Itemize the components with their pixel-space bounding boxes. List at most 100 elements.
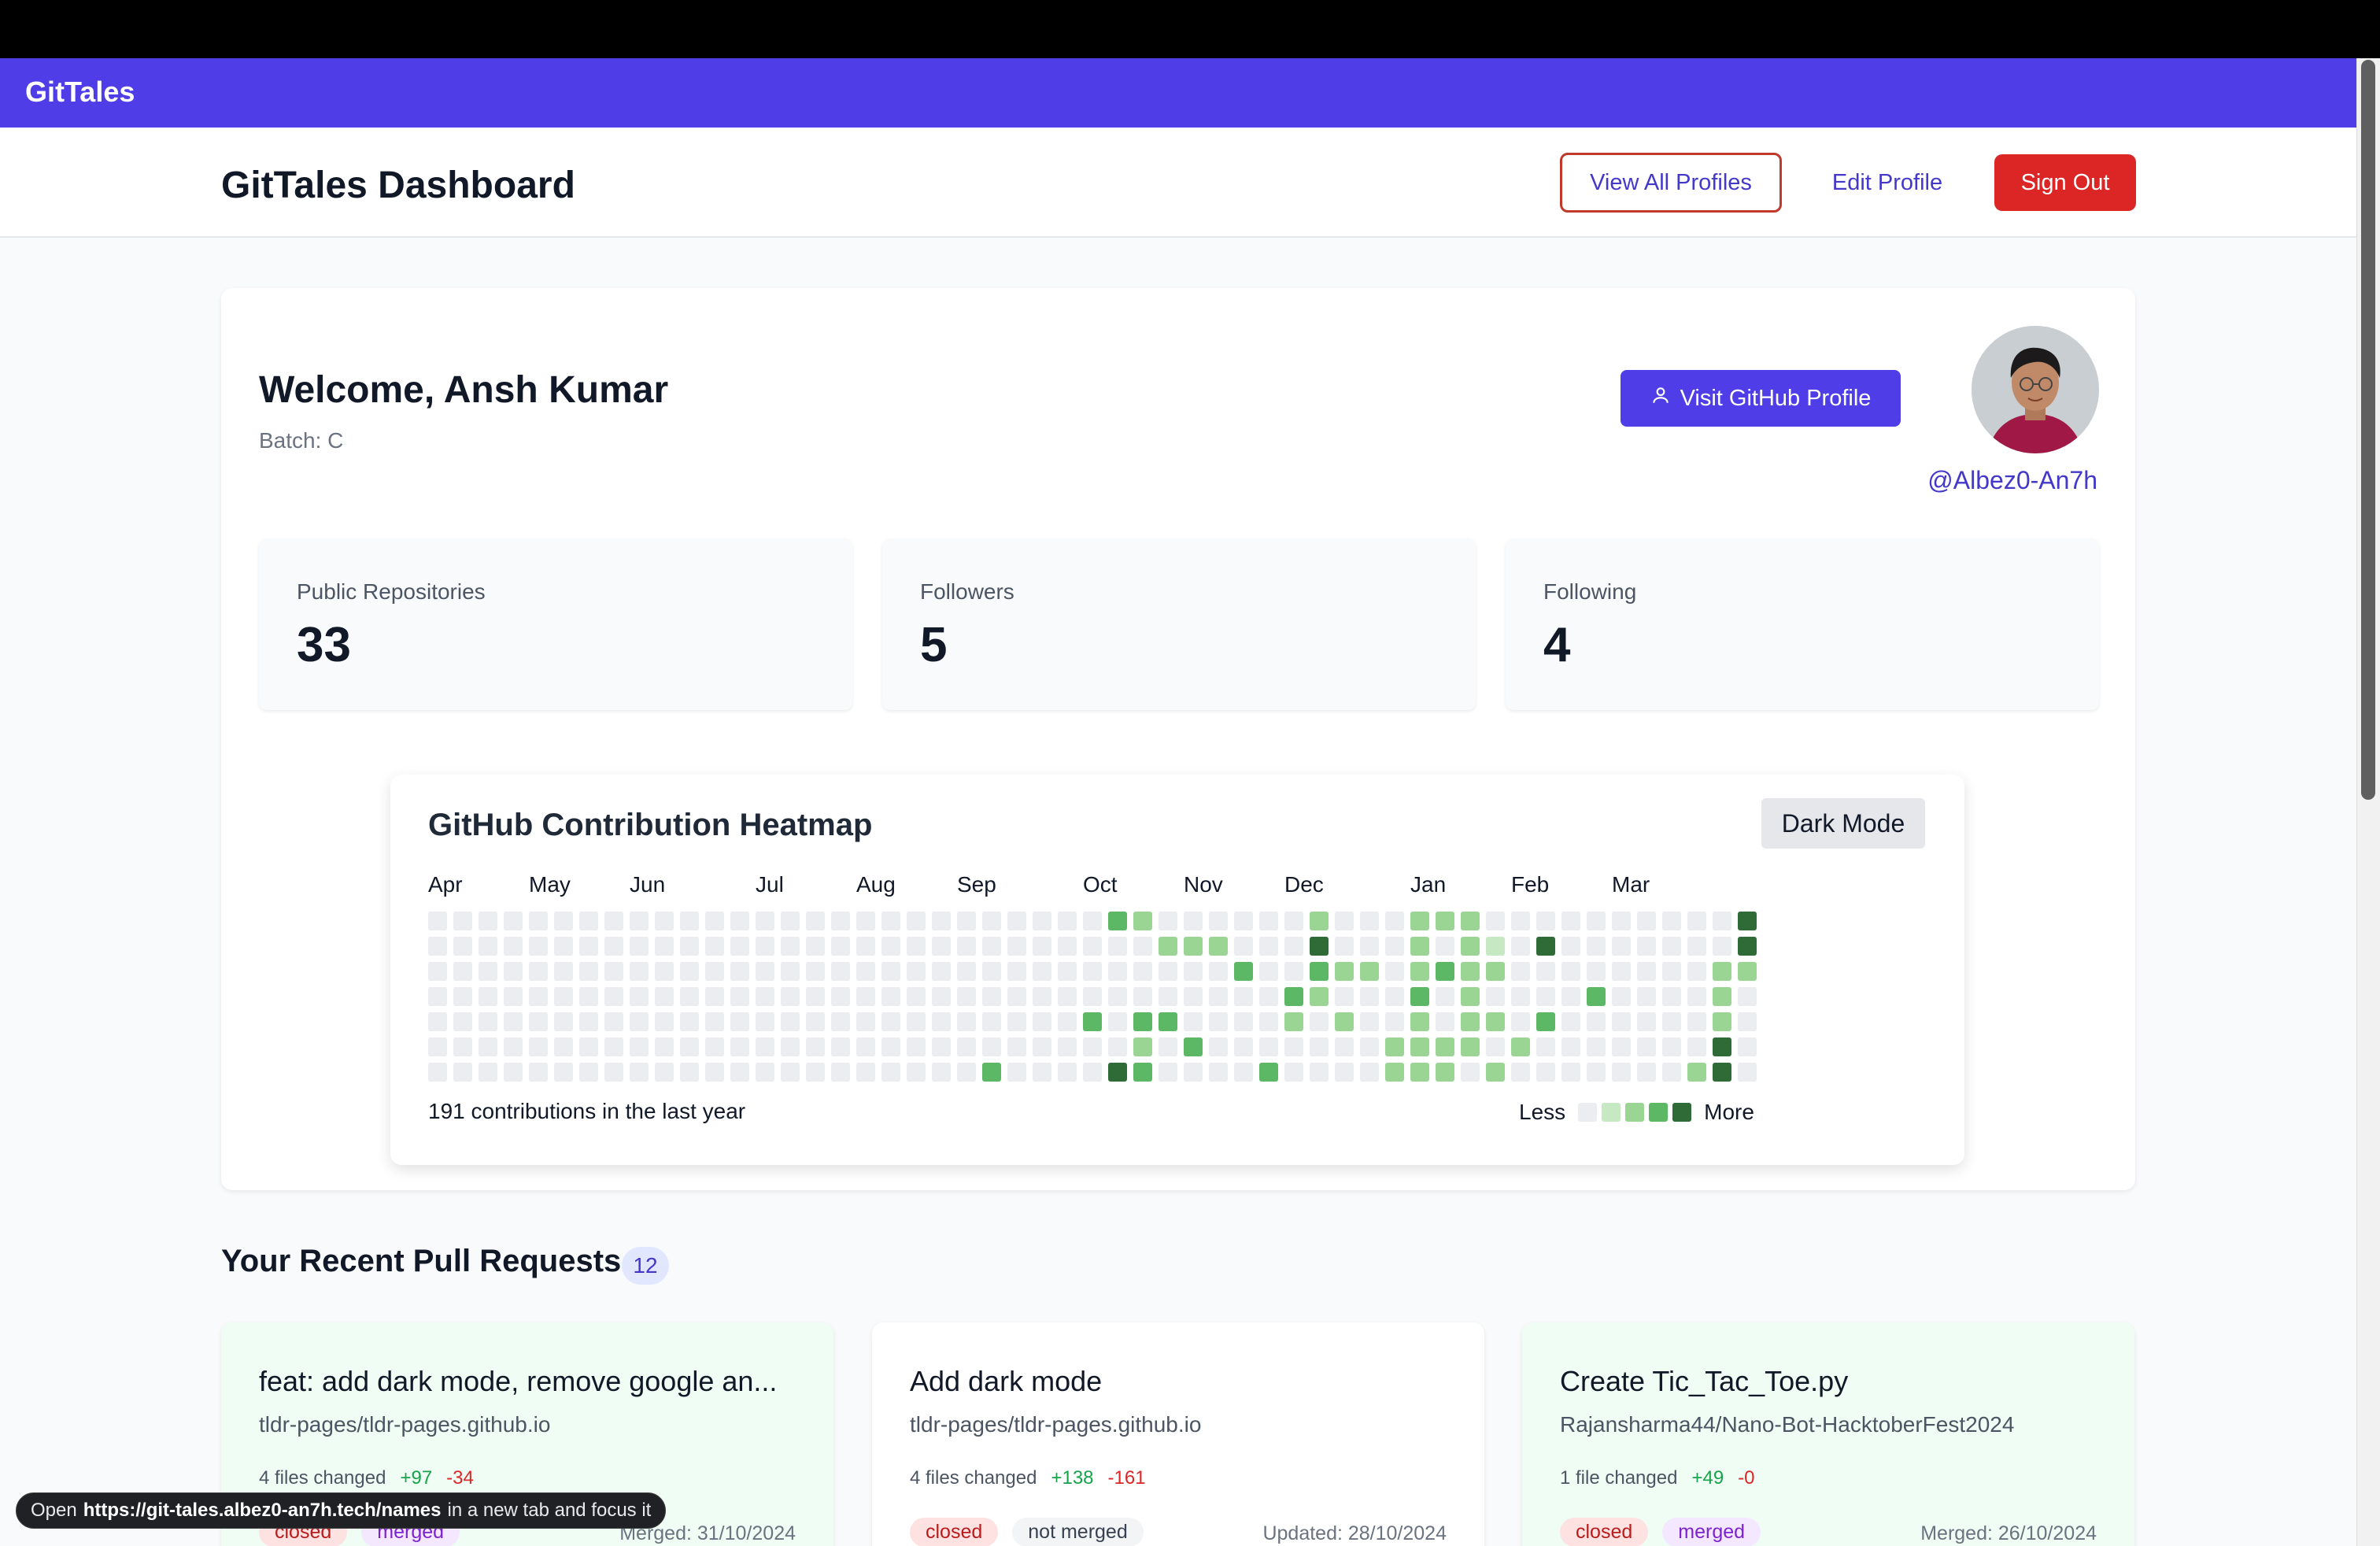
heatmap-cell [932, 912, 951, 930]
stat-public-repositories: Public Repositories 33 [259, 538, 852, 710]
heatmap-cell [1587, 1063, 1606, 1082]
heatmap-cell [479, 1012, 497, 1031]
heatmap-cell [630, 1012, 649, 1031]
pull-request-card[interactable]: Add dark mode tldr-pages/tldr-pages.gith… [872, 1322, 1484, 1546]
heatmap-cell [730, 987, 749, 1006]
pr-title[interactable]: Add dark mode [910, 1365, 1102, 1398]
heatmap-cell [907, 1012, 926, 1031]
heatmap-cell [554, 987, 573, 1006]
heatmap-cell [1461, 962, 1480, 981]
heatmap-cell [1083, 912, 1102, 930]
heatmap-cell [1637, 1063, 1656, 1082]
heatmap-cell [1561, 987, 1580, 1006]
pr-date: Merged: 26/10/2024 [1920, 1522, 2097, 1544]
heatmap-cell [1209, 1037, 1228, 1056]
heatmap-cell [1360, 987, 1379, 1006]
heatmap-cell [806, 912, 825, 930]
heatmap-cell [1662, 962, 1681, 981]
heatmap-cell [1738, 1037, 1757, 1056]
profile-card: Welcome, Ansh Kumar Batch: C Visit GitHu… [221, 288, 2135, 1190]
heatmap-cell [1637, 937, 1656, 956]
pr-additions: +49 [1691, 1467, 1724, 1489]
heatmap-cell [1612, 1012, 1631, 1031]
heatmap-cell [1612, 912, 1631, 930]
heatmap-cell [428, 1037, 447, 1056]
github-handle-link[interactable]: @Albez0-An7h [1927, 466, 2097, 495]
heatmap-cell [1284, 1037, 1303, 1056]
heatmap-cell [1234, 912, 1253, 930]
heatmap-cell [1687, 987, 1706, 1006]
heatmap-cell [579, 1012, 598, 1031]
heatmap-cell [932, 1063, 951, 1082]
pr-title[interactable]: Create Tic_Tac_Toe.py [1560, 1365, 1848, 1398]
dark-mode-button[interactable]: Dark Mode [1761, 798, 1925, 849]
heatmap-cell [781, 1037, 800, 1056]
pr-deletions: -161 [1107, 1467, 1146, 1489]
status-badge: merged [1662, 1518, 1761, 1546]
heatmap-cell [1184, 962, 1203, 981]
heatmap-cell [1713, 987, 1731, 1006]
view-all-profiles-button[interactable]: View All Profiles [1560, 153, 1782, 213]
page-title: GitTales Dashboard [221, 165, 575, 206]
pr-title[interactable]: feat: add dark mode, remove google an... [259, 1365, 777, 1398]
legend-swatch [1672, 1103, 1692, 1122]
heatmap-cell [1284, 1012, 1303, 1031]
heatmap-cell [1284, 962, 1303, 981]
heatmap-cell [1184, 1037, 1203, 1056]
heatmap-cell [932, 962, 951, 981]
heatmap-cell [806, 937, 825, 956]
scrollbar-thumb[interactable] [2361, 60, 2375, 800]
avatar [1972, 326, 2099, 453]
heatmap-cell [604, 1012, 623, 1031]
heatmap-cell [1083, 1012, 1102, 1031]
heatmap-month: Aug [856, 872, 896, 897]
visit-github-profile-button[interactable]: Visit GitHub Profile [1621, 370, 1901, 427]
heatmap-cell [630, 962, 649, 981]
heatmap-cell [453, 912, 472, 930]
heatmap-cell [781, 987, 800, 1006]
heatmap-cell [1083, 1037, 1102, 1056]
heatmap-cell [1007, 1063, 1026, 1082]
heatmap-cell [1209, 987, 1228, 1006]
heatmap-cell [554, 912, 573, 930]
heatmap-cell [630, 1037, 649, 1056]
pull-requests-count-badge: 12 [622, 1247, 669, 1285]
heatmap-cell [554, 937, 573, 956]
stat-label: Followers [920, 579, 1014, 604]
heatmap-cell [1184, 1063, 1203, 1082]
heatmap-cell [1360, 1012, 1379, 1031]
heatmap-cell [1335, 937, 1354, 956]
pr-stats: 1 file changed +49 -0 [1560, 1467, 1755, 1489]
heatmap-cell [453, 987, 472, 1006]
brand-logo[interactable]: GitTales [25, 76, 135, 109]
heatmap-cell [856, 937, 875, 956]
heatmap-cell [479, 962, 497, 981]
heatmap-cell [1083, 962, 1102, 981]
heatmap-cell [881, 1063, 900, 1082]
heatmap-cell [806, 962, 825, 981]
heatmap-cell [756, 912, 774, 930]
heatmap-cell [1536, 987, 1555, 1006]
heatmap-cell [1133, 1012, 1152, 1031]
heatmap-cell [1511, 962, 1530, 981]
heatmap-cell [1058, 1037, 1077, 1056]
heatmap-cell [1058, 1012, 1077, 1031]
edit-profile-button[interactable]: Edit Profile [1810, 153, 1964, 213]
heatmap-cell [604, 1037, 623, 1056]
legend-swatch [1625, 1103, 1645, 1122]
heatmap-cell [1486, 937, 1505, 956]
heatmap-cell [1536, 937, 1555, 956]
heatmap-cell [529, 937, 548, 956]
heatmap-cell [831, 937, 850, 956]
heatmap-cell [1410, 987, 1429, 1006]
heatmap-cell [730, 912, 749, 930]
heatmap-cell [1284, 912, 1303, 930]
pull-request-card[interactable]: Create Tic_Tac_Toe.py Rajansharma44/Nano… [1522, 1322, 2134, 1546]
heatmap-cell [1360, 962, 1379, 981]
heatmap-cell [504, 962, 523, 981]
pr-deletions: -0 [1738, 1467, 1755, 1489]
sign-out-button[interactable]: Sign Out [1994, 154, 2136, 211]
heatmap-cell [730, 1037, 749, 1056]
heatmap-month-labels: Apr May Jun Jul Aug Sep Oct Nov Dec Jan … [428, 872, 1766, 904]
heatmap-cell [1234, 987, 1253, 1006]
